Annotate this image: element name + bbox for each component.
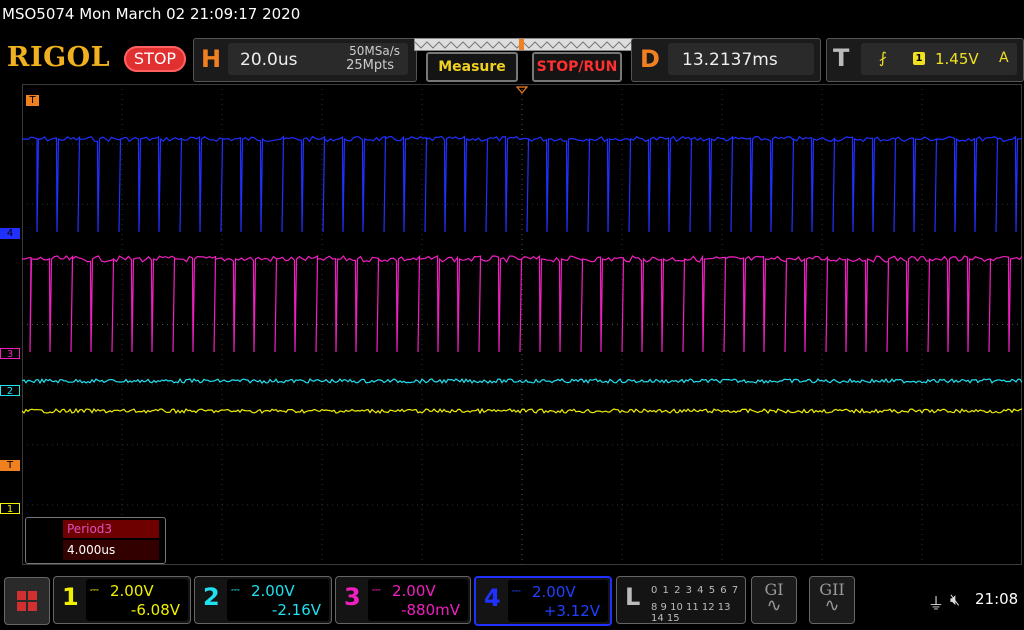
speaker-muted-icon[interactable]: 🔇︎ [950,590,960,610]
channel-2-offset: -2.16V [271,601,321,619]
generator-1-button[interactable]: GI ∿ [751,576,797,624]
view-position-marker [519,39,524,50]
channel-4-scale: 2.00V [532,583,576,601]
waveform-grid[interactable] [22,84,1022,565]
channel-4-number: 4 [484,584,501,612]
status-clock: 21:08 [975,590,1019,608]
dc-coupling-icon: ⎓ [372,583,381,596]
memory-waveform-preview [415,41,632,49]
brand-logo: RIGOL [7,42,111,73]
logic-channels-8-15: 8 9 10 11 12 13 14 15 [651,602,731,624]
dc-coupling-icon: ⎓ [231,583,240,596]
trigger-source: 1 [913,52,925,65]
channel-1-offset: -6.08V [130,601,180,619]
horizontal-panel[interactable]: H 20.0us 50MSa/s 25Mpts [193,38,417,82]
trigger-label: T [833,44,850,72]
channel-2-panel[interactable]: 2 ⎓ 2.00V -2.16V [194,576,332,624]
channel-3-number: 3 [344,583,361,611]
dc-coupling-icon: ⎓ [512,584,521,597]
main-menu-button[interactable] [4,577,50,625]
measure-button[interactable]: Measure [426,52,518,82]
sine-wave-icon: ∿ [766,595,782,616]
channel-2-number: 2 [203,583,220,611]
sine-wave-icon: ∿ [824,595,840,616]
rising-edge-icon: ⨏ [879,49,887,67]
timebase-display[interactable]: 20.0us 50MSa/s 25Mpts [228,43,408,75]
run-state-badge: STOP [124,46,186,72]
trigger-level: 1.45V [935,50,979,68]
horizontal-label: H [201,45,222,73]
memory-depth: 25Mpts [346,58,394,73]
delay-panel[interactable]: D 13.2137ms [631,38,821,82]
channel-3-scale: 2.00V [392,582,436,600]
channel-3-panel[interactable]: 3 ⎓ 2.00V -880mV [335,576,471,624]
memory-position-strip [414,38,634,51]
trigger-panel[interactable]: T ⨏ 1 1.45V A [826,38,1024,82]
delay-label: D [640,45,660,73]
trigger-mode: A [999,50,1009,66]
channel-4-offset: +3.12V [543,602,600,620]
channel-4-marker[interactable]: 4 [0,228,20,239]
delay-display[interactable]: 13.2137ms [668,43,814,75]
measurement-result-box[interactable]: Period3 4.000us [25,517,166,564]
channel-2-marker[interactable]: 2 [0,385,20,397]
grid-menu-icon [17,591,37,611]
generator-2-button[interactable]: GII ∿ [809,576,855,624]
usb-icon: ⏚ [928,594,945,613]
measurement-value: 4.000us [63,540,159,560]
channel-3-offset: -880mV [401,601,460,619]
trigger-position-marker[interactable] [516,86,528,94]
logic-channels-0-7: 0 1 2 3 4 5 6 7 [651,585,740,596]
time-scale: 20.0us [240,50,298,70]
channel-4-panel[interactable]: 4 ⎓ 2.00V +3.12V [474,576,612,626]
measurement-name: Period3 [63,520,159,538]
delay-value: 13.2137ms [682,50,778,70]
window-title: MSO5074 Mon March 02 21:09:17 2020 [2,5,301,23]
trigger-display[interactable]: ⨏ 1 1.45V A [861,43,1017,75]
channel-1-trace [22,407,1022,415]
channel-1-panel[interactable]: 1 ⎓ 2.00V -6.08V [53,576,191,624]
channel-2-scale: 2.00V [251,582,295,600]
channel-3-marker[interactable]: 3 [0,348,20,360]
channel-1-scale: 2.00V [110,582,154,600]
stop-run-button[interactable]: STOP/RUN [532,52,622,82]
dc-coupling-icon: ⎓ [90,583,99,596]
channel-1-marker[interactable]: 1 [0,503,20,515]
trigger-time-marker[interactable]: T [26,95,39,106]
logic-label: L [625,583,641,611]
trigger-level-marker[interactable]: T [0,460,20,471]
sample-rate: 50MSa/s [349,44,400,58]
channel-1-number: 1 [62,583,79,611]
logic-analyzer-panel[interactable]: L 0 1 2 3 4 5 6 7 8 9 10 11 12 13 14 15 [616,576,746,624]
